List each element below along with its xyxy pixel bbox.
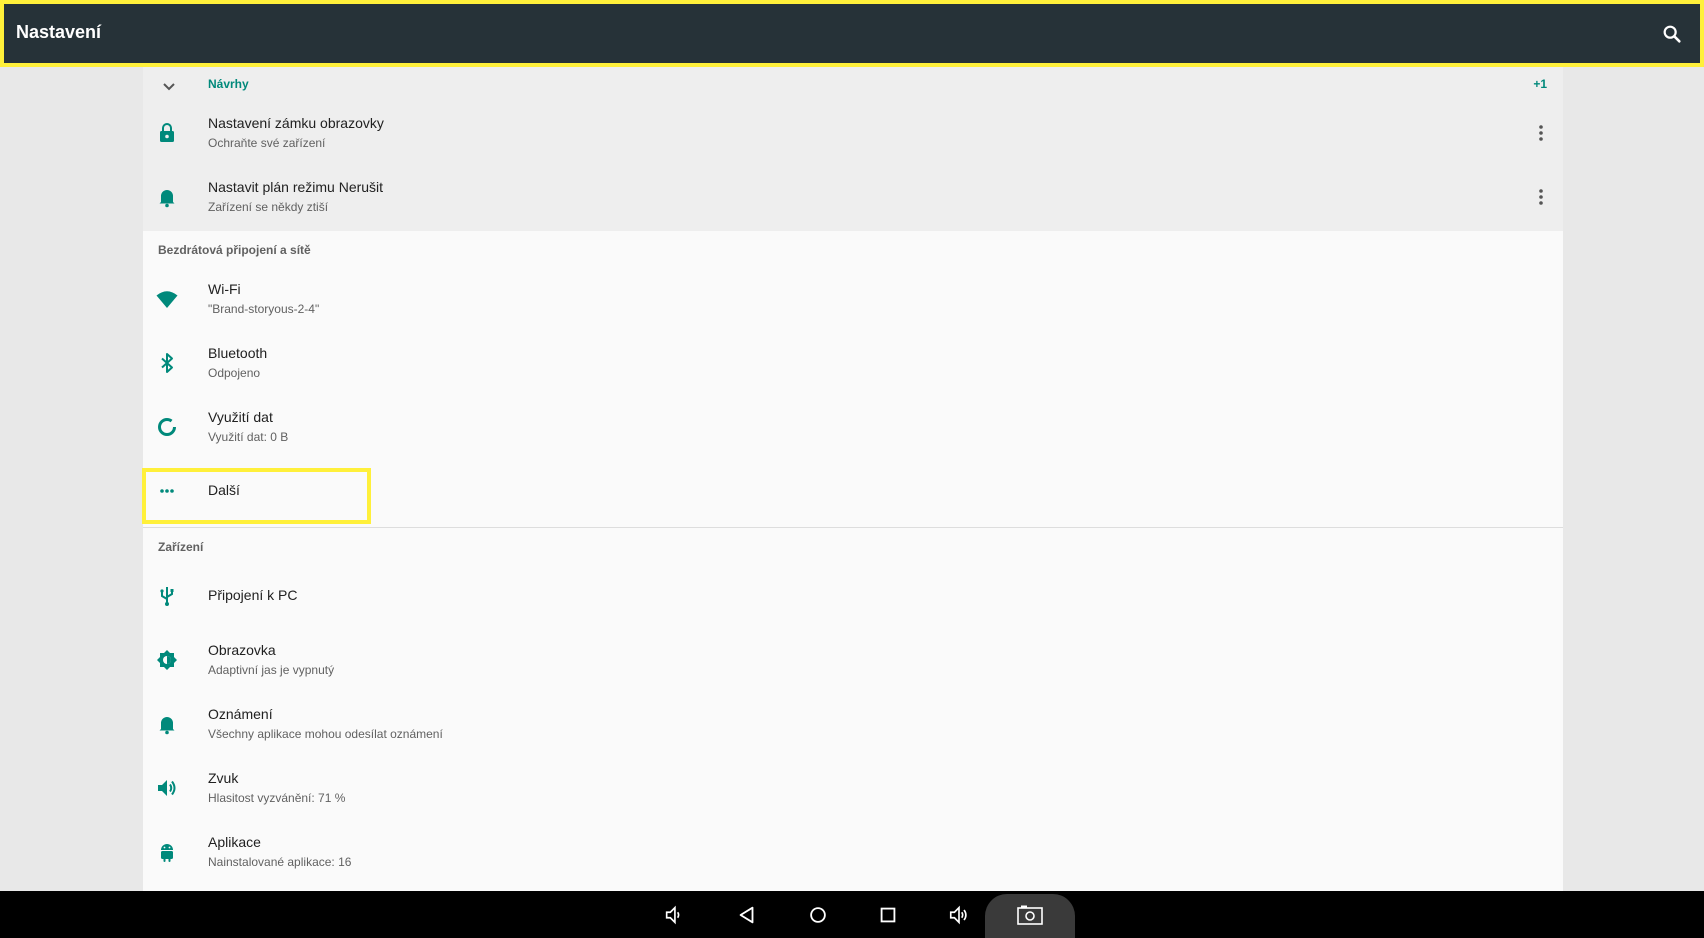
wifi-icon xyxy=(155,287,179,311)
suggestion-subtitle: Zařízení se někdy ztiší xyxy=(208,200,329,214)
suggestion-subtitle: Ochraňte své zařízení xyxy=(208,136,326,150)
settings-item-more[interactable]: Další xyxy=(143,459,1563,523)
settings-item-apps[interactable]: Aplikace Nainstalované aplikace: 16 xyxy=(143,820,1563,884)
toolbar: Nastavení xyxy=(0,0,1704,67)
lock-icon xyxy=(155,121,179,145)
data-usage-icon xyxy=(155,415,179,439)
item-subtitle: Nainstalované aplikace: 16 xyxy=(208,855,352,869)
chevron-down-icon[interactable] xyxy=(157,75,181,99)
suggestions-title: Návrhy xyxy=(208,77,249,91)
brightness-icon xyxy=(155,648,179,672)
category-header: Bezdrátová připojení a sítě xyxy=(143,231,1563,267)
item-title: Další xyxy=(208,482,240,498)
item-title: Oznámení xyxy=(208,706,273,722)
item-title: Připojení k PC xyxy=(208,587,298,603)
home-icon[interactable] xyxy=(804,901,832,929)
search-icon[interactable] xyxy=(1658,20,1686,48)
bell-icon xyxy=(155,712,179,736)
suggestions-count[interactable]: +1 xyxy=(1533,77,1547,91)
recents-icon[interactable] xyxy=(874,901,902,929)
category-header: Zařízení xyxy=(143,528,1563,564)
page-title: Nastavení xyxy=(16,22,102,42)
suggestion-dnd-schedule[interactable]: Nastavit plán režimu Nerušit Zařízení se… xyxy=(143,165,1563,229)
item-subtitle: Adaptivní jas je vypnutý xyxy=(208,663,335,677)
volume-icon xyxy=(155,776,179,800)
item-title: Zvuk xyxy=(208,770,239,786)
bell-icon xyxy=(155,185,179,209)
item-subtitle: Všechny aplikace mohou odesílat oznámení xyxy=(208,727,443,741)
settings-item-wifi[interactable]: Wi‑Fi "Brand-storyous-2-4" xyxy=(143,267,1563,331)
volume-down-icon[interactable] xyxy=(660,901,688,929)
settings-item-display[interactable]: Obrazovka Adaptivní jas je vypnutý xyxy=(143,628,1563,692)
item-title: Obrazovka xyxy=(208,642,276,658)
item-subtitle: "Brand-storyous-2-4" xyxy=(208,302,320,316)
item-title: Využití dat xyxy=(208,409,273,425)
usb-icon xyxy=(155,584,179,608)
category-title: Bezdrátová připojení a sítě xyxy=(158,243,311,257)
screenshot-button[interactable] xyxy=(985,894,1075,938)
suggestion-title: Nastavení zámku obrazovky xyxy=(208,115,384,131)
item-subtitle: Využití dat: 0 B xyxy=(208,430,289,444)
settings-list[interactable]: Návrhy +1 Nastavení zámku obrazovky Ochr… xyxy=(143,67,1563,891)
suggestions-header[interactable]: Návrhy +1 xyxy=(143,67,1563,101)
item-title: Bluetooth xyxy=(208,345,268,361)
item-title: Wi‑Fi xyxy=(208,281,241,297)
more-vert-icon[interactable] xyxy=(1529,121,1553,145)
item-subtitle: Hlasitost vyzvánění: 71 % xyxy=(208,791,346,805)
settings-item-notifications[interactable]: Oznámení Všechny aplikace mohou odesílat… xyxy=(143,692,1563,756)
navigation-bar xyxy=(0,891,1704,938)
volume-up-icon[interactable] xyxy=(945,901,973,929)
item-subtitle: Odpojeno xyxy=(208,366,261,380)
android-icon xyxy=(155,840,179,864)
settings-item-sound[interactable]: Zvuk Hlasitost vyzvánění: 71 % xyxy=(143,756,1563,820)
suggestions-section: Návrhy +1 Nastavení zámku obrazovky Ochr… xyxy=(143,67,1563,231)
item-title: Aplikace xyxy=(208,834,261,850)
suggestion-screen-lock[interactable]: Nastavení zámku obrazovky Ochraňte své z… xyxy=(143,101,1563,165)
more-vert-icon[interactable] xyxy=(1529,185,1553,209)
bluetooth-icon xyxy=(155,351,179,375)
settings-item-pc-connection[interactable]: Připojení k PC xyxy=(143,564,1563,628)
camera-icon xyxy=(1016,904,1044,926)
settings-item-data-usage[interactable]: Využití dat Využití dat: 0 B xyxy=(143,395,1563,459)
back-icon[interactable] xyxy=(733,901,761,929)
category-title: Zařízení xyxy=(158,540,204,554)
more-horiz-icon xyxy=(155,479,179,503)
suggestion-title: Nastavit plán režimu Nerušit xyxy=(208,179,384,195)
settings-item-bluetooth[interactable]: Bluetooth Odpojeno xyxy=(143,331,1563,395)
